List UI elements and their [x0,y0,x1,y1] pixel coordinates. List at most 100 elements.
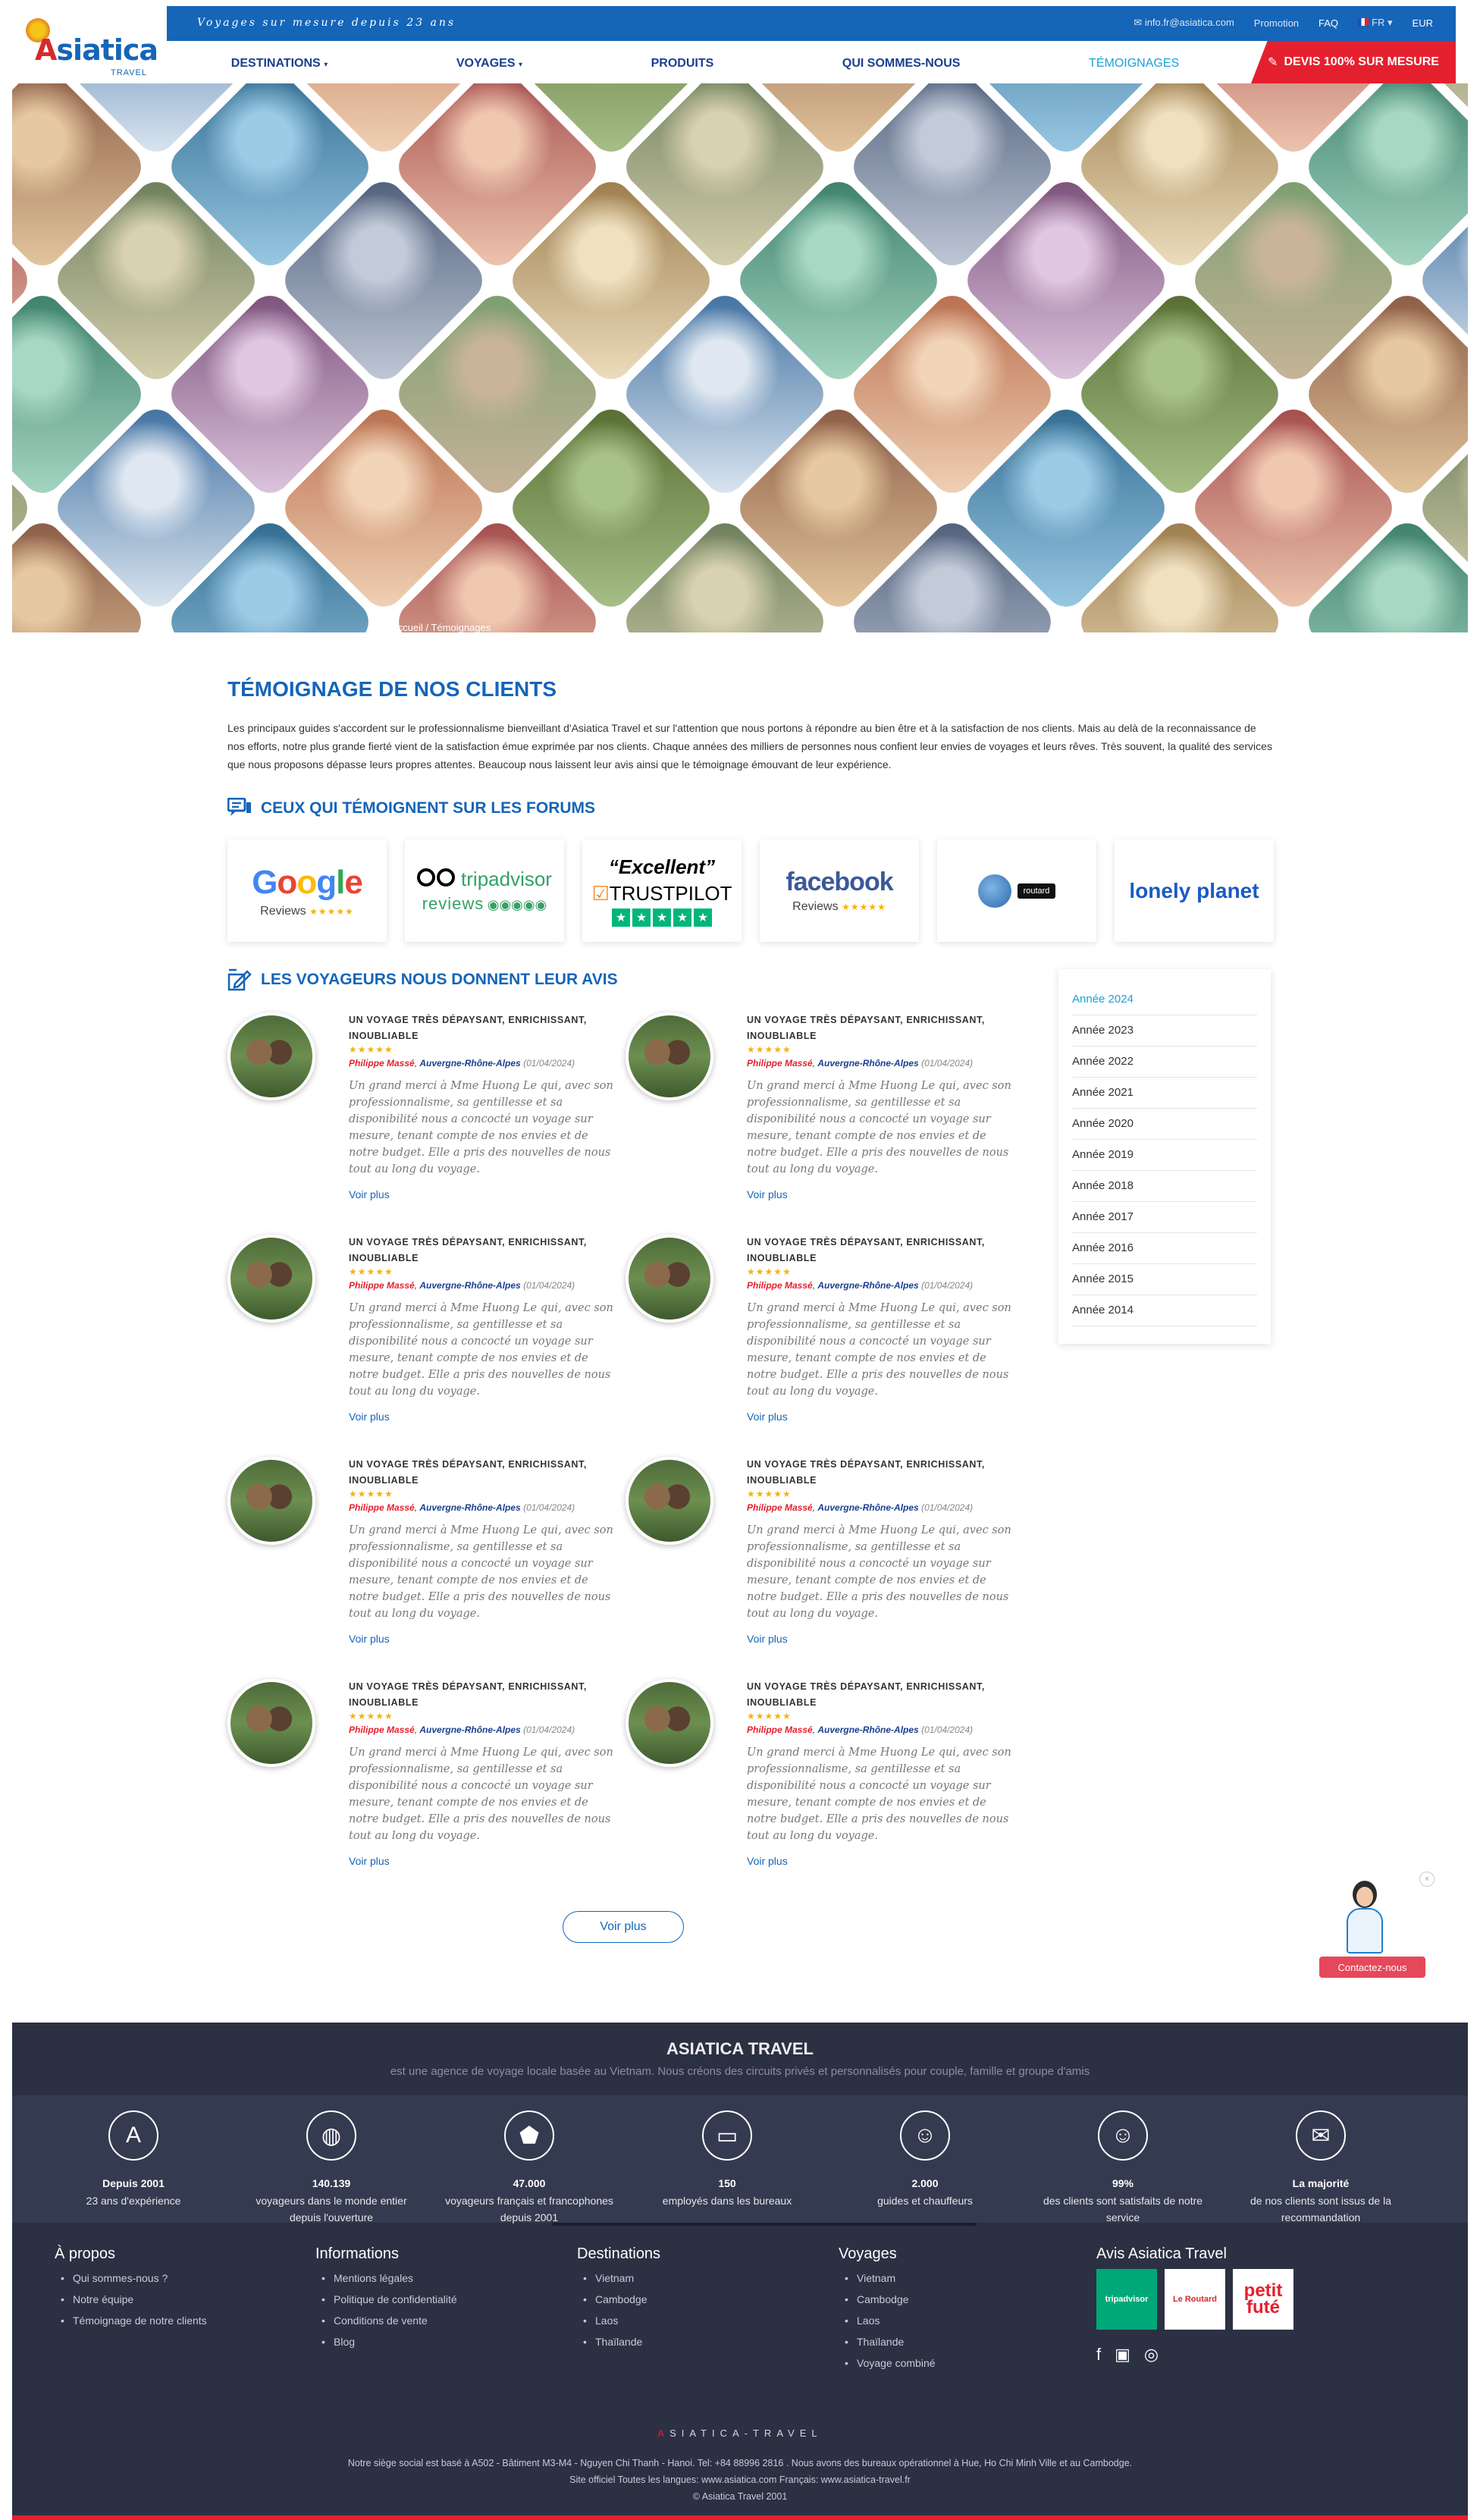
close-icon[interactable]: × [1419,1872,1435,1887]
review-region: Auvergne-Rhône-Alpes [419,1724,521,1735]
logo-icon: A [108,2110,158,2161]
youtube-icon[interactable]: ▣ [1115,2345,1130,2365]
faq-link[interactable]: FAQ [1319,17,1338,29]
year-link[interactable]: Année 2014 [1072,1295,1257,1326]
year-link[interactable]: Année 2018 [1072,1171,1257,1202]
footer-link[interactable]: Blog [315,2331,457,2352]
routard-badge: routard [1017,883,1056,899]
review-region: Auvergne-Rhône-Alpes [817,1502,919,1513]
review-more-link[interactable]: Voir plus [747,1411,1012,1423]
routard-logo: routard [977,874,1056,908]
nav-destinations[interactable]: DESTINATIONS ▾ [231,57,328,71]
routard-card[interactable]: routard [937,839,1096,942]
year-link[interactable]: Année 2017 [1072,1202,1257,1233]
stat-item: ◍ 140.139 voyageurs dans le monde entier d… [240,2110,422,2226]
footer-link[interactable]: Témoignage de notre clients [55,2310,207,2331]
nav-qui-sommes-nous[interactable]: QUI SOMMES-NOUS [842,57,961,71]
year-link[interactable]: Année 2023 [1072,1015,1257,1047]
lonely-planet-card[interactable]: lonely planet [1115,839,1274,942]
voyageurs-heading: LES VOYAGEURS NOUS DONNENT LEUR AVIS [227,968,618,991]
footer-link[interactable]: Cambodge [577,2289,660,2310]
review-more-link[interactable]: Voir plus [349,1411,614,1423]
footer-link[interactable]: Conditions de vente [315,2310,457,2331]
avis-badges: tripadvisor Le Routard petit futé [1096,2269,1293,2330]
facebook-stars: ★★★★★ [842,902,886,912]
review-body: UN VOYAGE TRÈS DÉPAYSANT, ENRICHISSANT, … [349,1679,614,1867]
language-select[interactable]: FR ▾ [1358,17,1393,29]
year-link[interactable]: Année 2021 [1072,1078,1257,1109]
google-reviews-card[interactable]: Google Reviews ★★★★★ [227,839,387,942]
footer-link[interactable]: Thaïlande [577,2331,660,2352]
review-text: Un grand merci à Mme Huong Le qui, avec … [747,1302,1011,1398]
logo[interactable]: Asiatica TRAVEL [12,11,164,79]
footer-link[interactable]: Voyage combiné [839,2352,936,2374]
devis-button[interactable]: ✎ DEVIS 100% SUR MESURE [1251,41,1456,83]
footer-link[interactable]: Qui sommes-nous ? [55,2267,207,2289]
nav-produits[interactable]: PRODUITS [651,57,714,71]
petit-fute-badge[interactable]: petit futé [1233,2269,1293,2330]
footer-address: Notre siège social est basé à A502 - Bât… [12,2455,1468,2488]
footer-link[interactable]: Thaïlande [839,2331,936,2352]
stat-number: Depuis 2001 [102,2177,165,2189]
footer-link[interactable]: Vietnam [577,2267,660,2289]
trustpilot-card[interactable]: “Excellent” ☑TRUSTPILOT ★ ★ ★ ★ ★ [582,839,742,942]
promotion-link[interactable]: Promotion [1254,17,1299,29]
year-link[interactable]: Année 2016 [1072,1233,1257,1264]
stat-item: ☺ 99% des clients sont satisfaits de notre… [1032,2110,1214,2226]
tripadvisor-card[interactable]: tripadvisor reviews ◉◉◉◉◉ [405,839,564,942]
facebook-icon[interactable]: f [1096,2345,1101,2365]
instagram-icon[interactable]: ◎ [1144,2345,1159,2365]
tripadvisor-badge[interactable]: tripadvisor [1096,2269,1157,2330]
trustpilot-stars: ★ ★ ★ ★ ★ [612,908,712,927]
footer-column: Voyages VietnamCambodgeLaosThaïlandeVoyag… [839,2245,936,2374]
year-link[interactable]: Année 2015 [1072,1264,1257,1295]
review-more-link[interactable]: Voir plus [349,1633,614,1645]
footer-link-list: VietnamCambodgeLaosThaïlandeVoyage combi… [839,2267,936,2374]
review-more-link[interactable]: Voir plus [349,1188,614,1200]
review-more-link[interactable]: Voir plus [349,1855,614,1867]
footer-link[interactable]: Laos [839,2310,936,2331]
nav-temoignages[interactable]: TÉMOIGNAGES [1089,57,1179,71]
load-more-button[interactable]: Voir plus [563,1911,684,1943]
review-more-link[interactable]: Voir plus [747,1633,1012,1645]
nav-label: DESTINATIONS [230,57,321,70]
facebook-card[interactable]: facebook Reviews ★★★★★ [760,839,919,942]
review-more-link[interactable]: Voir plus [747,1855,1012,1867]
review-meta: Philippe Massé, Auvergne-Rhône-Alpes (01… [349,1058,575,1069]
reviewer-avatar [626,1679,713,1767]
review-meta: Philippe Massé, Auvergne-Rhône-Alpes (01… [349,1280,575,1291]
tripadvisor-word: tripadvisor [461,868,552,890]
year-link[interactable]: Année 2019 [1072,1140,1257,1171]
review-author: Philippe Massé [349,1502,415,1513]
france-map-icon: ⬟ [504,2110,554,2161]
review-body: UN VOYAGE TRÈS DÉPAYSANT, ENRICHISSANT, … [349,1012,614,1200]
nav-label: VOYAGES [456,57,516,70]
footer-link[interactable]: Politique de confidentialité [315,2289,457,2310]
footer-link[interactable]: Notre équipe [55,2289,207,2310]
year-link[interactable]: Année 2024 [1072,984,1257,1015]
footer-edge [12,2515,1468,2520]
footer-link[interactable]: Vietnam [839,2267,936,2289]
review-stars: ★★★★★ [349,1489,394,1499]
contact-button[interactable]: Contactez-nous [1319,1957,1425,1978]
email-link[interactable]: ✉ info.fr@asiatica.com [1134,17,1234,29]
signature-rest: SIATICA-TRAVEL [669,2427,823,2439]
year-link[interactable]: Année 2022 [1072,1047,1257,1078]
contact-agent-avatar [1342,1881,1388,1957]
year-link[interactable]: Année 2020 [1072,1109,1257,1140]
review-text: Un grand merci à Mme Huong Le qui, avec … [349,1302,613,1398]
nav-voyages[interactable]: VOYAGES ▾ [456,57,522,71]
footer-column: À propos Qui sommes-nous ?Notre équipeTém… [55,2245,207,2331]
stats-scrollbar[interactable] [552,2223,977,2226]
routard-badge[interactable]: Le Routard [1165,2269,1225,2330]
review-more-link[interactable]: Voir plus [747,1188,1012,1200]
footer-subtitle: est une agence de voyage locale basée au… [390,2065,1090,2078]
footer-link[interactable]: Laos [577,2310,660,2331]
footer-link[interactable]: Mentions légales [315,2267,457,2289]
social-links: f ▣ ◎ [1096,2345,1293,2365]
check-icon: ☑ [591,881,610,905]
currency-select[interactable]: EUR [1413,17,1433,29]
footer-link[interactable]: Cambodge [839,2289,936,2310]
review-card: UN VOYAGE TRÈS DÉPAYSANT, ENRICHISSANT, … [227,1679,622,1891]
address-line-2: Site officiel Toutes les langues: www.as… [569,2474,911,2485]
